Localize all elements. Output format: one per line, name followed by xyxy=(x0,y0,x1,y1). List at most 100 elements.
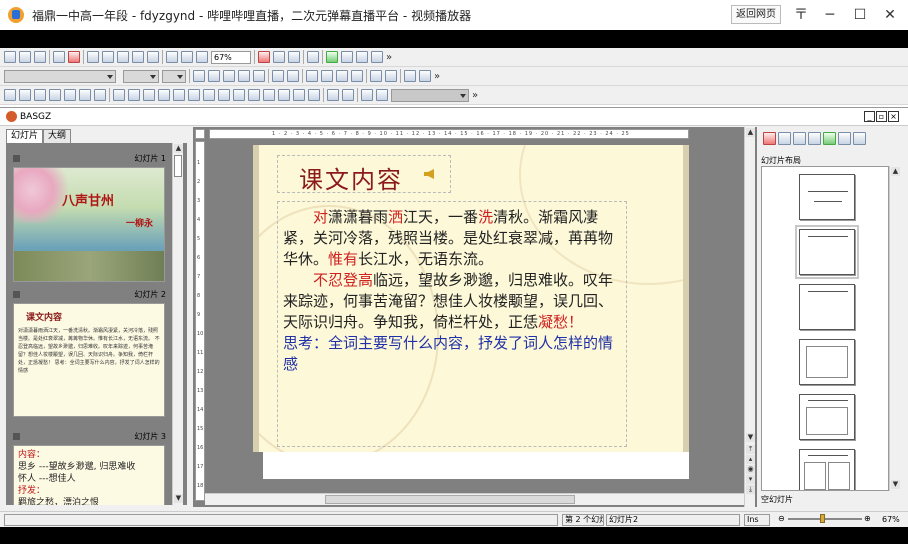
table-design-icon[interactable] xyxy=(793,131,806,145)
library-icon[interactable] xyxy=(356,51,368,63)
tools-icon[interactable] xyxy=(341,51,353,63)
slide-thumbnail-1[interactable]: 八声甘州 一柳永 xyxy=(13,167,165,282)
transform-icon[interactable] xyxy=(376,89,388,101)
text-icon[interactable] xyxy=(258,51,270,63)
status-zoom[interactable]: 67% xyxy=(882,515,900,524)
horizontal-scrollbar[interactable] xyxy=(205,493,744,505)
numbering-icon[interactable] xyxy=(419,70,431,82)
scroll-down-icon[interactable]: ▼ xyxy=(746,433,755,442)
zoom-out-icon[interactable]: ⊖ xyxy=(778,514,785,523)
arrow-icon[interactable] xyxy=(342,89,354,101)
slide-body[interactable]: 对潇潇暮雨洒江天，一番洗清秋。渐霜风凄紧，关河冷落，残照当楼。是处红衰翠减，苒苒… xyxy=(283,207,623,375)
copy-icon[interactable] xyxy=(102,51,114,63)
back-to-webpage-button[interactable]: 返回网页 xyxy=(731,5,781,24)
scrollbar-thumb[interactable] xyxy=(174,155,182,177)
chart-icon[interactable] xyxy=(166,51,178,63)
first-slide-icon[interactable]: ⤒ xyxy=(746,445,755,454)
layout-title-only[interactable] xyxy=(799,284,855,330)
doc-close-button[interactable]: × xyxy=(888,111,899,122)
star-icon[interactable] xyxy=(853,131,866,145)
slide-icon[interactable] xyxy=(34,89,46,101)
current-slide[interactable]: 课文内容 对潇潇暮雨洒江天，一番洗清秋。渐霜风凄紧，关河冷落，残照当楼。是处红衰… xyxy=(253,145,689,452)
bullets-icon[interactable] xyxy=(404,70,416,82)
layout-title-slide[interactable] xyxy=(799,174,855,220)
last-slide-icon[interactable]: ⤓ xyxy=(746,485,755,494)
export-pdf-icon[interactable] xyxy=(68,51,80,63)
scroll-up-icon[interactable]: ▲ xyxy=(174,144,183,153)
zoom-combo[interactable]: 67% xyxy=(211,50,251,64)
line-icon[interactable] xyxy=(143,89,155,101)
minimize-button[interactable]: ─ xyxy=(815,0,845,30)
check-icon[interactable] xyxy=(307,51,319,63)
grow-font-icon[interactable] xyxy=(272,70,284,82)
gallery-icon[interactable] xyxy=(838,131,851,145)
table-icon[interactable] xyxy=(113,89,125,101)
paste-icon[interactable] xyxy=(117,51,129,63)
font-name-combo[interactable] xyxy=(4,69,116,83)
maximize-button[interactable]: ☐ xyxy=(845,0,875,30)
bold-icon[interactable] xyxy=(193,70,205,82)
save-icon[interactable] xyxy=(34,51,46,63)
strikethrough-icon[interactable] xyxy=(238,70,250,82)
pane-splitter[interactable] xyxy=(187,127,192,507)
scroll-up-icon[interactable]: ▲ xyxy=(746,128,755,137)
align-right-icon[interactable] xyxy=(336,70,348,82)
redo-icon[interactable] xyxy=(147,51,159,63)
scroll-up-icon[interactable]: ▲ xyxy=(891,167,900,176)
shapes-icon[interactable] xyxy=(293,89,305,101)
layout-centered[interactable] xyxy=(799,339,855,385)
line-spacing-icon[interactable] xyxy=(385,70,397,82)
star-icon[interactable] xyxy=(361,89,373,101)
align-left-icon[interactable] xyxy=(306,70,318,82)
layouts-scrollbar[interactable]: ▲ ▼ xyxy=(889,166,900,491)
navigator-icon[interactable]: ◉ xyxy=(746,465,755,474)
connector-icon[interactable] xyxy=(233,89,245,101)
more-icon[interactable]: » xyxy=(472,90,478,101)
layout-two-content[interactable] xyxy=(799,449,855,490)
layout-title-box[interactable] xyxy=(799,394,855,440)
search-icon[interactable] xyxy=(196,51,208,63)
slide-icon[interactable] xyxy=(79,89,91,101)
border-combo[interactable] xyxy=(162,69,186,83)
layout-title-content[interactable] xyxy=(795,225,859,279)
animation-icon[interactable] xyxy=(808,131,821,145)
justify-icon[interactable] xyxy=(351,70,363,82)
print-icon[interactable] xyxy=(53,51,65,63)
open-icon[interactable] xyxy=(19,51,31,63)
curve-icon[interactable] xyxy=(188,89,200,101)
slide-title[interactable]: 课文内容 xyxy=(299,160,403,195)
pin-button[interactable]: 〒 xyxy=(786,0,816,30)
fill-color-combo[interactable] xyxy=(391,88,469,102)
tab-outline[interactable]: 大纲 xyxy=(43,129,72,143)
doc-minimize-button[interactable]: _ xyxy=(864,111,875,122)
editor-scrollbar[interactable]: ▲ ▼ ⤒ ▴ ◉ ▾ ⤓ xyxy=(744,127,755,507)
next-slide-icon[interactable]: ▾ xyxy=(746,475,755,484)
paragraph-icon[interactable] xyxy=(370,70,382,82)
prev-slide-icon[interactable]: ▴ xyxy=(746,455,755,464)
shadow-icon[interactable] xyxy=(253,70,265,82)
more-icon[interactable]: » xyxy=(434,71,440,82)
slide-thumbnail-2[interactable]: 课文内容 对潇潇暮雨洒江天，一番洗清秋。渐霜风凄紧，关河冷落，残照当楼。是处红衰… xyxy=(13,303,165,417)
font-size-combo[interactable] xyxy=(123,69,159,83)
pen-icon[interactable] xyxy=(158,89,170,101)
zoom-slider-knob[interactable] xyxy=(820,514,825,523)
image-icon[interactable] xyxy=(128,89,140,101)
crop-icon[interactable] xyxy=(327,89,339,101)
rectangle-icon[interactable] xyxy=(248,89,260,101)
connector-icon[interactable] xyxy=(218,89,230,101)
fontwork-icon[interactable] xyxy=(308,89,320,101)
filter-icon[interactable] xyxy=(326,51,338,63)
master-pages-icon[interactable] xyxy=(763,131,776,145)
underline-icon[interactable] xyxy=(223,70,235,82)
scroll-down-icon[interactable]: ▼ xyxy=(891,480,900,489)
shrink-font-icon[interactable] xyxy=(287,70,299,82)
rounded-rect-icon[interactable] xyxy=(263,89,275,101)
slide-thumbnail-3[interactable]: 内容： 思乡 ---望故乡渺邈, 归思难收 怀人 ---想佳人 抒发： 羁旅之愁… xyxy=(13,445,165,505)
table-icon[interactable] xyxy=(288,51,300,63)
extension-icon[interactable] xyxy=(371,51,383,63)
slide-icon[interactable] xyxy=(94,89,106,101)
doc-restore-button[interactable]: ▫ xyxy=(876,111,887,122)
curve-icon[interactable] xyxy=(173,89,185,101)
cut-icon[interactable] xyxy=(87,51,99,63)
new-icon[interactable] xyxy=(4,51,16,63)
